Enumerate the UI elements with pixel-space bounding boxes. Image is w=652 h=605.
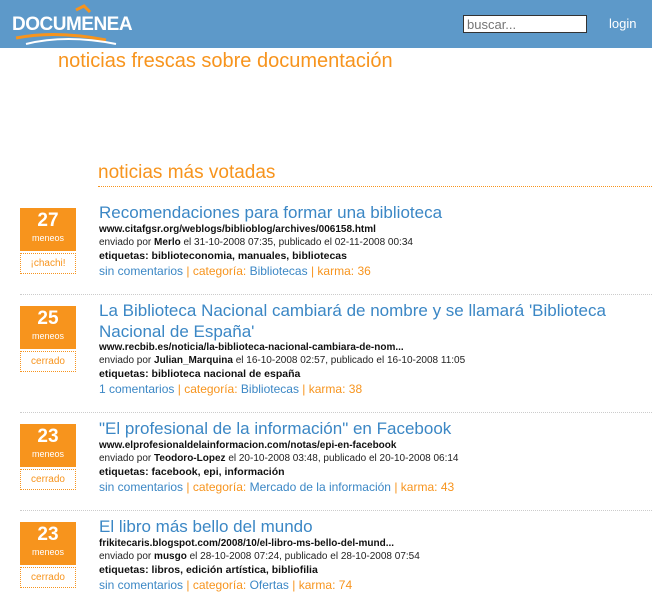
tags-value[interactable]: facebook, epi, información <box>152 466 285 478</box>
category-link[interactable]: Mercado de la información <box>250 480 391 494</box>
tagline: noticias frescas sobre documentación <box>58 50 393 72</box>
news-divider <box>20 412 652 413</box>
news-meta: 1 comentarios | categoría: Bibliotecas |… <box>99 382 362 396</box>
karma-label: karma: <box>400 480 438 494</box>
submission-dates: el 31-10-2008 07:35, publicado el 02-11-… <box>183 237 413 248</box>
author-link[interactable]: Julian_Marquina <box>154 355 233 366</box>
news-title-link[interactable]: Recomendaciones para formar una bibliote… <box>99 202 649 223</box>
submission-info: enviado por Merlo el 31-10-2008 07:35, p… <box>99 237 413 248</box>
category-label: categoría: <box>192 264 247 278</box>
news-title-link[interactable]: El libro más bello del mundo <box>99 516 649 537</box>
tags-line: etiquetas: biblioteca nacional de españa <box>99 368 301 380</box>
tags-value[interactable]: libros, edición artística, bibliofilia <box>152 564 318 576</box>
separator: | <box>186 264 190 278</box>
separator: | <box>310 264 315 278</box>
news-url: www.citafgsr.org/weblogs/biblioblog/arch… <box>99 224 376 235</box>
tags-line: etiquetas: facebook, epi, información <box>99 466 285 478</box>
news-meta: sin comentarios | categoría: Ofertas | k… <box>99 578 352 592</box>
submission-dates: el 20-10-2008 03:48, publicado el 20-10-… <box>228 453 459 464</box>
tags-label: etiquetas <box>99 564 146 576</box>
news-url: www.recbib.es/noticia/la-biblioteca-naci… <box>99 342 404 353</box>
news-divider <box>20 510 652 511</box>
category-link[interactable]: Bibliotecas <box>241 382 299 396</box>
login-link[interactable]: login <box>609 16 636 31</box>
news-divider <box>20 294 652 295</box>
separator: | <box>394 480 398 494</box>
news-url: frikitecaris.blogspot.com/2008/10/el-lib… <box>99 538 395 549</box>
comments-link[interactable]: 1 comentarios <box>99 382 174 396</box>
vote-count: 25 <box>37 308 59 329</box>
vote-count: 23 <box>37 524 59 545</box>
category-label: categoría: <box>184 382 238 396</box>
news-meta: sin comentarios | categoría: Bibliotecas… <box>99 264 371 278</box>
karma-label: karma: <box>308 382 346 396</box>
sent-by-label: enviado por <box>99 551 152 562</box>
karma-value: 38 <box>348 382 363 396</box>
author-link[interactable]: Teodoro-Lopez <box>154 453 225 464</box>
tags-label: etiquetas <box>99 368 146 380</box>
submission-info: enviado por Julian_Marquina el 16-10-200… <box>99 355 465 366</box>
vote-counter[interactable]: 27 meneos <box>20 208 76 251</box>
vote-action-button[interactable]: cerrado <box>20 469 76 490</box>
tags-value[interactable]: biblioteca nacional de españa <box>152 368 301 380</box>
news-title-link[interactable]: La Biblioteca Nacional cambiará de nombr… <box>99 300 649 342</box>
vote-counter[interactable]: 23 meneos <box>20 424 76 467</box>
category-link[interactable]: Ofertas <box>250 578 289 592</box>
vote-counter[interactable]: 23 meneos <box>20 522 76 565</box>
documenea-logo[interactable]: DOCUMENEA <box>6 4 133 46</box>
tags-line: etiquetas: biblioteconomia, manuales, bi… <box>99 250 347 262</box>
meneos-label: meneos <box>31 233 65 243</box>
tags-value[interactable]: biblioteconomia, manuales, bibliotecas <box>152 250 347 262</box>
vote-action-button[interactable]: cerrado <box>20 567 76 588</box>
meneos-label: meneos <box>31 547 65 557</box>
vote-action-button[interactable]: ¡chachi! <box>20 253 76 274</box>
search-input[interactable] <box>463 15 587 33</box>
submission-dates: el 28-10-2008 07:24, publicado el 28-10-… <box>189 551 420 562</box>
author-link[interactable]: Merlo <box>154 237 181 248</box>
submission-dates: el 16-10-2008 02:57, publicado el 16-10-… <box>235 355 466 366</box>
section-title: noticias más votadas <box>98 162 276 183</box>
sent-by-label: enviado por <box>99 355 152 366</box>
author-link[interactable]: musgo <box>154 551 187 562</box>
vote-action-button[interactable]: cerrado <box>20 351 76 372</box>
submission-info: enviado por musgo el 28-10-2008 07:24, p… <box>99 551 420 562</box>
vote-counter[interactable]: 25 meneos <box>20 306 76 349</box>
category-label: categoría: <box>192 480 247 494</box>
top-bar: DOCUMENEA login <box>0 0 652 48</box>
separator: | <box>186 480 190 494</box>
separator: | <box>302 382 306 396</box>
comments-link[interactable]: sin comentarios <box>99 480 183 494</box>
karma-value: 43 <box>440 480 455 494</box>
karma-label: karma: <box>317 264 355 278</box>
meneos-label: meneos <box>31 331 65 341</box>
section-divider <box>98 186 652 187</box>
vote-count: 23 <box>37 426 59 447</box>
separator: | <box>177 382 181 396</box>
separator: | <box>292 578 296 592</box>
tags-label: etiquetas <box>99 466 146 478</box>
news-title-link[interactable]: "El profesional de la información" en Fa… <box>99 418 649 439</box>
karma-label: karma: <box>298 578 336 592</box>
separator: | <box>186 578 190 592</box>
sent-by-label: enviado por <box>99 237 152 248</box>
comments-link[interactable]: sin comentarios <box>99 578 183 592</box>
category-label: categoría: <box>192 578 247 592</box>
news-meta: sin comentarios | categoría: Mercado de … <box>99 480 454 494</box>
news-url: www.elprofesionaldelainformacion.com/not… <box>99 440 397 451</box>
vote-count: 27 <box>37 210 59 231</box>
sent-by-label: enviado por <box>99 453 152 464</box>
tags-label: etiquetas <box>99 250 146 262</box>
karma-value: 74 <box>338 578 353 592</box>
tags-line: etiquetas: libros, edición artística, bi… <box>99 564 318 576</box>
karma-value: 36 <box>357 264 371 278</box>
meneos-label: meneos <box>31 449 65 459</box>
category-link[interactable]: Bibliotecas <box>250 264 308 278</box>
comments-link[interactable]: sin comentarios <box>99 264 183 278</box>
logo-text: DOCUMENEA <box>12 14 133 35</box>
submission-info: enviado por Teodoro-Lopez el 20-10-2008 … <box>99 453 459 464</box>
